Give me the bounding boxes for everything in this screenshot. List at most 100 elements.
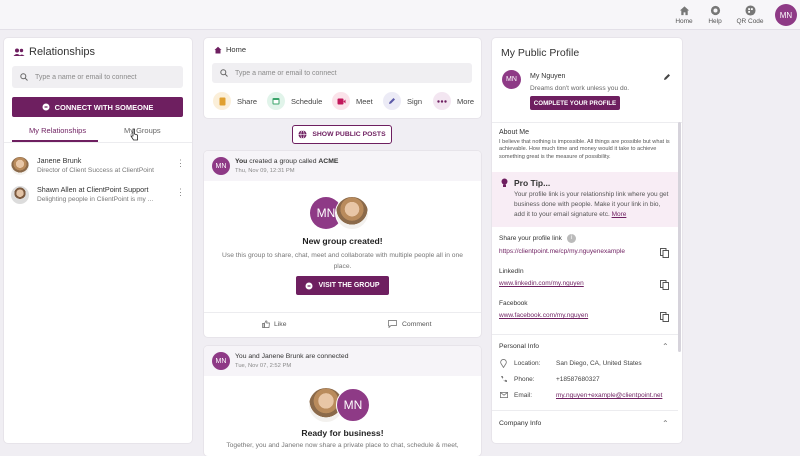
pro-tip-body: Your profile link is your relationship l… — [514, 191, 669, 218]
post-body: Together, you and Janene now share a pri… — [226, 442, 459, 449]
share-link[interactable]: https://clientpoint.me/cp/my.nguyenexamp… — [499, 248, 625, 255]
home-search[interactable]: Type a name or email to connect — [212, 63, 472, 83]
about-text: I believe that nothing is impossible. Al… — [499, 139, 670, 160]
complete-profile-button[interactable]: COMPLETE YOUR PROFILE — [530, 96, 620, 110]
copy-icon[interactable] — [660, 248, 669, 258]
action-sign-label: Sign — [407, 96, 423, 106]
link-icon — [305, 282, 313, 289]
tabs-divider — [4, 142, 192, 143]
like-button[interactable]: Like — [262, 320, 286, 328]
facebook-title: Facebook — [499, 300, 528, 307]
profile-divider — [492, 122, 682, 123]
globe-icon — [298, 130, 307, 139]
chevron-up-icon[interactable]: ⌃ — [662, 419, 669, 428]
post-avatar: MN — [212, 157, 230, 175]
linkedin-link[interactable]: www.linkedin.com/my.nguyen — [499, 280, 584, 287]
qr-code-icon — [744, 5, 756, 16]
relationships-panel: Relationships Type a name or email to co… — [4, 38, 192, 443]
linkedin-title: LinkedIn — [499, 268, 524, 275]
section-divider — [492, 334, 678, 335]
video-icon — [332, 92, 350, 110]
more-options-icon[interactable]: ⋮ — [176, 188, 185, 197]
search-icon — [20, 73, 28, 81]
phone-icon — [501, 376, 507, 383]
action-schedule[interactable]: Schedule — [267, 92, 322, 110]
scrollbar-thumb[interactable] — [678, 122, 681, 352]
relationships-search[interactable]: Type a name or email to connect — [12, 66, 183, 88]
location-value: San Diego, CA, United States — [556, 360, 642, 367]
post-group-name: ACME — [318, 158, 339, 165]
comment-icon — [388, 320, 397, 328]
edit-icon[interactable] — [663, 73, 671, 81]
personal-info-title[interactable]: Personal Info — [499, 343, 539, 350]
copy-icon[interactable] — [660, 312, 669, 322]
nav-qr[interactable]: QR Code — [732, 5, 768, 25]
post-text: created a group called — [247, 158, 319, 165]
people-icon — [13, 48, 25, 56]
contact-name: Shawn Allen at ClientPoint Support — [37, 185, 149, 194]
visit-group-button[interactable]: VISIT THE GROUP — [296, 276, 389, 295]
contact-name: Janene Brunk — [37, 156, 82, 165]
pro-tip-title: Pro Tip... — [514, 178, 551, 188]
location-label: Location: — [514, 360, 541, 367]
comment-label: Comment — [402, 320, 432, 328]
search-placeholder: Type a name or email to connect — [235, 69, 337, 77]
action-meet-label: Meet — [356, 96, 373, 106]
company-info-title[interactable]: Company Info — [499, 420, 541, 427]
relationships-title: Relationships — [29, 46, 96, 58]
profile-avatar: MN — [502, 70, 521, 89]
connect-button-label: CONNECT WITH SOMEONE — [54, 102, 154, 112]
info-icon[interactable]: i — [567, 234, 576, 243]
tab-my-relationships[interactable]: My Relationships — [29, 126, 86, 135]
breadcrumb[interactable]: Home — [226, 45, 246, 54]
post-connected: MN You and Janene Brunk are connected Tu… — [204, 346, 481, 456]
comment-button[interactable]: Comment — [388, 320, 431, 328]
post-title: You created a group called ACME — [235, 158, 338, 165]
like-label: Like — [274, 320, 287, 328]
pen-icon — [383, 92, 401, 110]
thumbs-up-icon — [262, 320, 270, 328]
post-header — [204, 151, 481, 181]
email-icon — [500, 392, 508, 398]
pro-tip-more-link[interactable]: More — [612, 211, 627, 218]
lightbulb-icon — [501, 178, 508, 187]
post-actor: You — [235, 158, 248, 165]
email-value[interactable]: my.nguyen+example@clientpoint.net — [556, 392, 662, 399]
location-icon — [500, 359, 507, 368]
more-icon — [433, 92, 451, 110]
mouse-cursor — [130, 128, 138, 141]
connect-button[interactable]: CONNECT WITH SOMEONE — [12, 97, 183, 117]
post-body: Use this group to share, chat, meet and … — [222, 252, 463, 270]
show-public-posts-label: SHOW PUBLIC POSTS — [312, 131, 386, 138]
nav-help[interactable]: Help — [697, 5, 733, 25]
public-profile-panel: My Public Profile MN My Nguyen Dreams do… — [492, 38, 682, 443]
visit-group-label: VISIT THE GROUP — [318, 282, 380, 289]
search-icon — [220, 69, 228, 77]
phone-label: Phone: — [514, 376, 535, 383]
email-label: Email: — [514, 392, 533, 399]
post-footer-divider — [204, 312, 481, 313]
share-title: Share your profile link — [499, 235, 562, 242]
nav-help-label: Help — [708, 18, 722, 25]
post-time: Tue, Nov 07, 2:52 PM — [235, 363, 292, 369]
chevron-up-icon[interactable]: ⌃ — [662, 342, 669, 351]
action-share[interactable]: Share — [213, 92, 257, 110]
contact-subtitle: Director of Client Success at ClientPoin… — [37, 167, 154, 174]
section-divider — [492, 410, 678, 411]
action-sign[interactable]: Sign — [383, 92, 422, 110]
phone-value: +18587680327 — [556, 376, 600, 383]
contact-avatar — [11, 186, 29, 204]
more-options-icon[interactable]: ⋮ — [176, 159, 185, 168]
show-public-posts-button[interactable]: SHOW PUBLIC POSTS — [292, 125, 392, 144]
action-more-label: More — [457, 96, 475, 106]
post-time: Thu, Nov 09, 12:31 PM — [235, 168, 295, 174]
pro-tip-text: Your profile link is your relationship l… — [514, 190, 672, 220]
facebook-link[interactable]: www.facebook.com/my.nguyen — [499, 312, 588, 319]
user-avatar[interactable]: MN — [775, 4, 797, 26]
action-meet[interactable]: Meet — [332, 92, 373, 110]
calendar-icon — [267, 92, 285, 110]
profile-title: My Public Profile — [501, 47, 580, 59]
copy-icon[interactable] — [660, 280, 669, 290]
about-title: About Me — [499, 129, 529, 136]
action-more[interactable]: More — [433, 92, 474, 110]
